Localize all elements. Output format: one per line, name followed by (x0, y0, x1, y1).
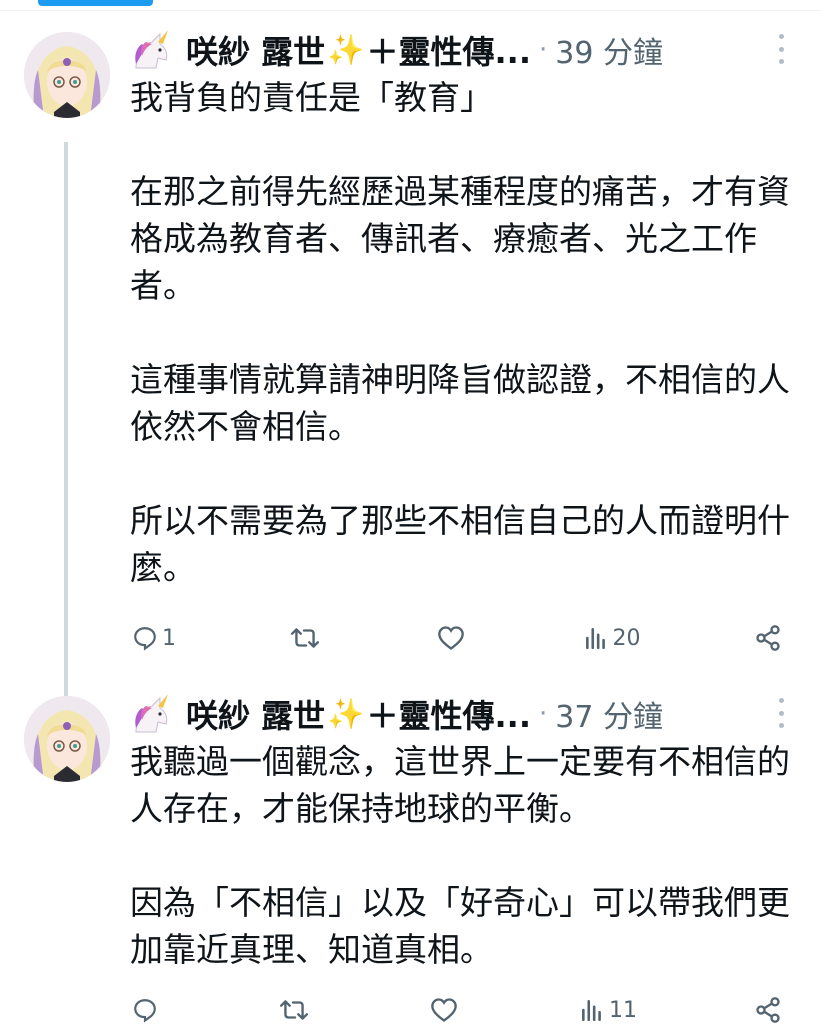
retweet-icon (279, 1000, 309, 1020)
author-name[interactable]: 咲紗 露世 (186, 691, 325, 737)
sparkle-emoji: ✨ (327, 696, 365, 732)
tweet-text: 我聽過一個觀念，這世界上一定要有不相信的人存在，才能保持地球的平衡。 因為「不相… (130, 742, 790, 969)
views-button[interactable]: 20 (583, 625, 641, 651)
reply-count: 1 (162, 625, 176, 651)
views-button[interactable]: 11 (579, 997, 637, 1023)
like-button[interactable] (437, 625, 469, 651)
author-name-suffix[interactable]: ＋靈性傳... (367, 27, 531, 73)
tweet-text: 我背負的責任是「教育」 在那之前得先經歷過某種程度的痛苦，才有資格成為教育者、傳… (130, 78, 790, 587)
divider (0, 10, 821, 11)
avatar[interactable] (24, 32, 110, 118)
heart-icon (431, 998, 457, 1022)
tweet-header: 咲紗 露世 ✨ ＋靈性傳... · 39 分鐘 (130, 26, 810, 74)
view-count: 20 (612, 625, 641, 651)
heart-icon (438, 626, 464, 650)
retweet-button[interactable] (279, 997, 313, 1023)
action-bar: 1 20 (132, 618, 782, 658)
view-count: 11 (609, 997, 637, 1023)
sparkle-emoji: ✨ (327, 32, 365, 68)
timestamp[interactable]: 39 分鐘 (555, 28, 663, 72)
thread-connector (64, 142, 68, 708)
author-name[interactable]: 咲紗 露世 (186, 27, 325, 73)
reply-button[interactable]: 1 (132, 625, 176, 651)
reply-icon (134, 999, 156, 1023)
views-icon (585, 628, 605, 650)
separator-dot: · (539, 699, 548, 729)
retweet-icon (290, 628, 319, 648)
tab-indicator (38, 0, 153, 6)
reply-icon (134, 627, 156, 651)
avatar[interactable] (24, 696, 110, 782)
share-icon (756, 997, 780, 1023)
like-button[interactable] (430, 997, 462, 1023)
more-options-icon[interactable] (777, 698, 785, 728)
tweet-1[interactable]: 咲紗 露世 ✨ ＋靈性傳... · 39 分鐘 我背負的責任是「教育」 在那之前… (0, 24, 821, 708)
unicorn-icon (135, 30, 168, 69)
retweet-button[interactable] (290, 625, 324, 651)
share-button[interactable] (754, 996, 782, 1024)
separator-dot: · (539, 35, 548, 65)
tweet-2[interactable]: 咲紗 露世 ✨ ＋靈性傳... · 37 分鐘 我聽過一個觀念，這世界上一定要有… (0, 688, 821, 1024)
reply-button[interactable] (132, 997, 162, 1023)
author-name-suffix[interactable]: ＋靈性傳... (367, 691, 531, 737)
share-icon (756, 625, 780, 651)
unicorn-icon (135, 694, 168, 733)
tweet-header: 咲紗 露世 ✨ ＋靈性傳... · 37 分鐘 (130, 690, 810, 738)
share-button[interactable] (754, 624, 782, 652)
views-icon (582, 1000, 601, 1022)
timestamp[interactable]: 37 分鐘 (555, 692, 663, 736)
action-bar: 11 (132, 990, 782, 1030)
more-options-icon[interactable] (777, 34, 785, 64)
